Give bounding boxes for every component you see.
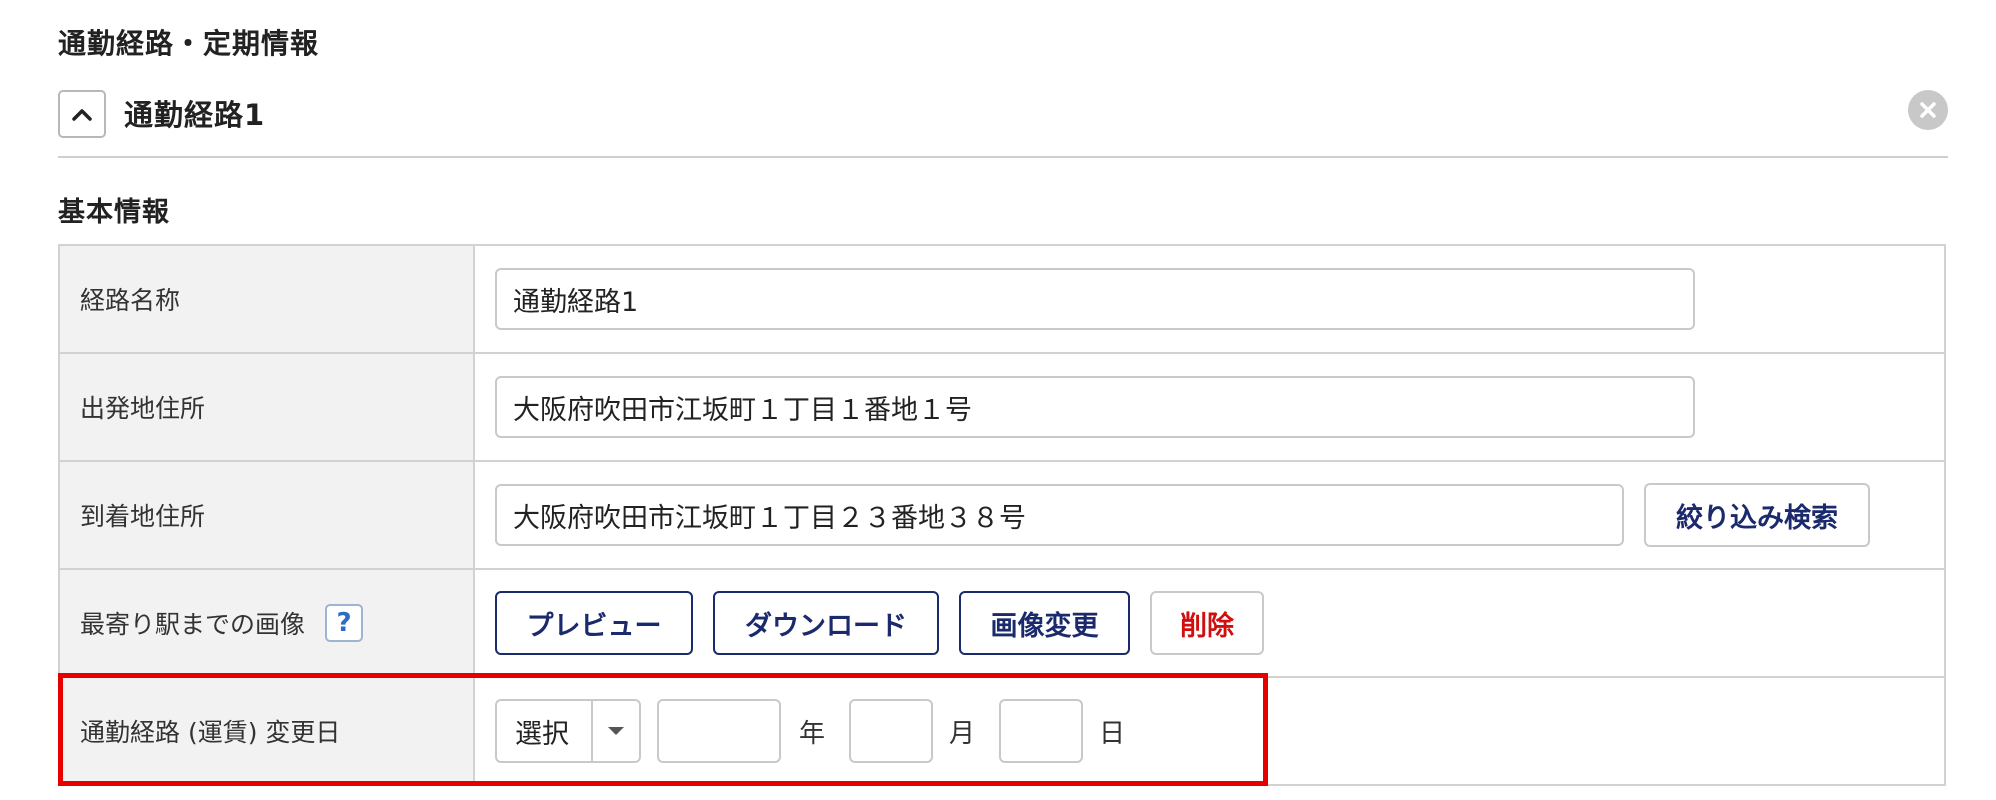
departure-label: 出発地住所	[60, 354, 475, 460]
image-row: 最寄り駅までの画像 ? プレビュー ダウンロード 画像変更 削除	[60, 570, 1944, 678]
arrival-address-input[interactable]: 大阪府吹田市江坂町１丁目２３番地３８号	[495, 484, 1624, 546]
route-header: 通勤経路1	[58, 88, 1948, 158]
route-name-input[interactable]: 通勤経路1	[495, 268, 1695, 330]
close-icon	[1920, 102, 1936, 118]
chevron-up-icon	[72, 109, 92, 121]
image-label: 最寄り駅までの画像	[80, 610, 306, 639]
change-date-label: 通勤経路 (運賃) 変更日	[60, 678, 475, 784]
section-title: 通勤経路・定期情報	[58, 27, 320, 60]
change-date-row: 通勤経路 (運賃) 変更日 選択 年 月 日	[60, 678, 1944, 784]
departure-address-input[interactable]: 大阪府吹田市江坂町１丁目１番地１号	[495, 376, 1695, 438]
day-input[interactable]	[999, 699, 1084, 763]
image-label-cell: 最寄り駅までの画像 ?	[60, 570, 475, 676]
collapse-button[interactable]	[58, 90, 106, 138]
download-button[interactable]: ダウンロード	[713, 591, 939, 655]
departure-row: 出発地住所 大阪府吹田市江坂町１丁目１番地１号	[60, 354, 1944, 462]
month-input[interactable]	[849, 699, 934, 763]
arrival-row: 到着地住所 大阪府吹田市江坂町１丁目２３番地３８号 絞り込み検索	[60, 462, 1944, 570]
delete-button[interactable]: 削除	[1150, 591, 1264, 655]
preview-button[interactable]: プレビュー	[495, 591, 693, 655]
route-title: 通勤経路1	[124, 98, 266, 132]
basic-info-title: 基本情報	[58, 197, 170, 228]
year-input[interactable]	[657, 699, 781, 763]
help-icon[interactable]: ?	[325, 604, 364, 642]
narrow-search-button[interactable]: 絞り込み検索	[1644, 483, 1870, 547]
year-unit: 年	[799, 718, 826, 749]
arrival-label: 到着地住所	[60, 462, 475, 568]
basic-info-table: 経路名称 通勤経路1 出発地住所 大阪府吹田市江坂町１丁目１番地１号 到着地住所…	[58, 244, 1946, 786]
month-unit: 月	[949, 718, 976, 749]
change-image-button[interactable]: 画像変更	[959, 591, 1130, 655]
day-unit: 日	[1099, 718, 1126, 749]
close-route-button[interactable]	[1908, 90, 1948, 130]
caret-down-icon	[608, 727, 624, 735]
era-select-value: 選択	[497, 701, 593, 761]
route-name-row: 経路名称 通勤経路1	[60, 246, 1944, 354]
route-name-label: 経路名称	[60, 246, 475, 352]
era-select[interactable]: 選択	[495, 699, 641, 763]
